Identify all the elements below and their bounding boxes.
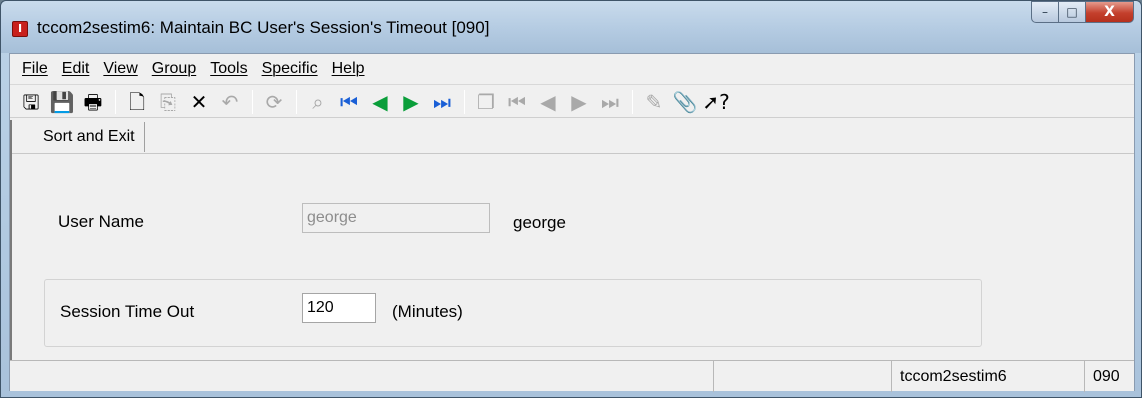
menu-group[interactable]: Group [146, 60, 204, 78]
previous-record-icon: ◀ [372, 89, 388, 114]
find-button[interactable]: ⌕ [305, 89, 331, 115]
last-record-button[interactable]: ⏭ [429, 89, 455, 115]
attachment-button[interactable]: 📎 [672, 89, 698, 115]
group-first-icon: ⏮ [508, 89, 526, 114]
menu-edit[interactable]: Edit [56, 60, 98, 78]
status-session-code: tccom2sestim6 [891, 361, 1084, 392]
status-cell-empty [713, 361, 883, 392]
toolbar-separator [115, 89, 116, 114]
text-button[interactable]: ✎ [641, 89, 667, 115]
delete-icon: ✕ [190, 89, 208, 114]
status-bar: tccom2sestim6 090 [10, 360, 1134, 392]
previous-record-button[interactable]: ◀ [367, 89, 393, 115]
print-button[interactable]: 🖶 [80, 89, 106, 115]
attachment-icon: 📎 [672, 89, 698, 114]
help-pointer-icon: ➚? [702, 89, 730, 114]
toolbar-separator [464, 89, 465, 114]
group-copy-icon: ❐ [477, 89, 495, 114]
toolbar-separator [632, 89, 633, 114]
group-first-button[interactable]: ⏮ [504, 89, 530, 115]
menu-bar: File Edit View Group Tools Specific Help [10, 54, 1134, 85]
next-record-button[interactable]: ▶ [398, 89, 424, 115]
app-icon[interactable]: I [12, 21, 28, 37]
delete-button[interactable]: ✕ [186, 89, 212, 115]
refresh-button[interactable]: ⟳ [261, 89, 287, 115]
group-next-icon: ▶ [571, 89, 587, 114]
minutes-unit-label: (Minutes) [392, 302, 463, 321]
group-previous-button[interactable]: ◀ [535, 89, 561, 115]
title-bar[interactable]: I tccom2sestim6: Maintain BC User's Sess… [1, 1, 1141, 53]
toolbar-separator [252, 89, 253, 114]
text-icon: ✎ [645, 89, 663, 114]
save-and-exit-icon: 🖫 [22, 89, 40, 114]
application-window: I tccom2sestim6: Maintain BC User's Sess… [0, 0, 1142, 398]
window-title: tccom2sestim6: Maintain BC User's Sessio… [37, 18, 490, 37]
group-next-button[interactable]: ▶ [566, 89, 592, 115]
session-timeout-label: Session Time Out [60, 302, 195, 321]
user-name-description: george [513, 213, 566, 232]
minimize-button[interactable]: – [1031, 1, 1059, 23]
first-record-button[interactable]: ⏮ [336, 89, 362, 115]
undo-button[interactable]: ↶ [217, 89, 243, 115]
save-button[interactable]: 💾 [49, 89, 75, 115]
undo-icon: ↶ [221, 89, 239, 114]
toolbar-separator [296, 89, 297, 114]
refresh-icon: ⟳ [265, 89, 283, 114]
group-last-icon: ⏭ [601, 89, 619, 114]
group-last-button[interactable]: ⏭ [597, 89, 623, 115]
next-record-icon: ▶ [403, 89, 419, 114]
group-previous-icon: ◀ [540, 89, 556, 114]
menu-view[interactable]: View [97, 60, 145, 78]
menu-file[interactable]: File [16, 60, 56, 78]
status-company: 090 [1084, 361, 1134, 392]
last-record-icon: ⏭ [433, 89, 451, 114]
sort-and-exit-button[interactable]: Sort and Exit [34, 122, 145, 152]
copy-button[interactable]: ⎘ [155, 89, 181, 115]
new-icon: 🗋 [128, 89, 146, 114]
copy-icon: ⎘ [160, 89, 176, 114]
left-divider [10, 120, 12, 360]
group-copy-button[interactable]: ❐ [473, 89, 499, 115]
user-name-label: User Name [58, 212, 144, 231]
client-area: File Edit View Group Tools Specific Help… [9, 53, 1135, 392]
menu-specific[interactable]: Specific [256, 60, 326, 78]
menu-tools[interactable]: Tools [204, 60, 255, 78]
find-icon: ⌕ [312, 89, 324, 114]
sort-bar: Sort and Exit [10, 120, 1134, 154]
toolbar: 🖫 💾 🖶 🗋 ⎘ ✕ ↶ ⟳ ⌕ ⏮ ◀ ▶ ⏭ ❐ ⏮ ◀ ▶ ⏭ ✎ 📎 ➚? [10, 86, 1134, 118]
help-pointer-button[interactable]: ➚? [702, 89, 730, 115]
session-timeout-field[interactable]: 120 [302, 293, 376, 323]
new-button[interactable]: 🗋 [124, 89, 150, 115]
user-name-field: george [302, 203, 490, 233]
print-icon: 🖶 [83, 89, 103, 114]
first-record-icon: ⏮ [340, 89, 358, 114]
caption-buttons: – □ X [1031, 1, 1134, 23]
close-button[interactable]: X [1086, 1, 1134, 23]
menu-help[interactable]: Help [326, 60, 373, 78]
save-icon: 💾 [49, 89, 75, 114]
maximize-button[interactable]: □ [1059, 1, 1086, 23]
save-and-exit-button[interactable]: 🖫 [18, 89, 44, 115]
